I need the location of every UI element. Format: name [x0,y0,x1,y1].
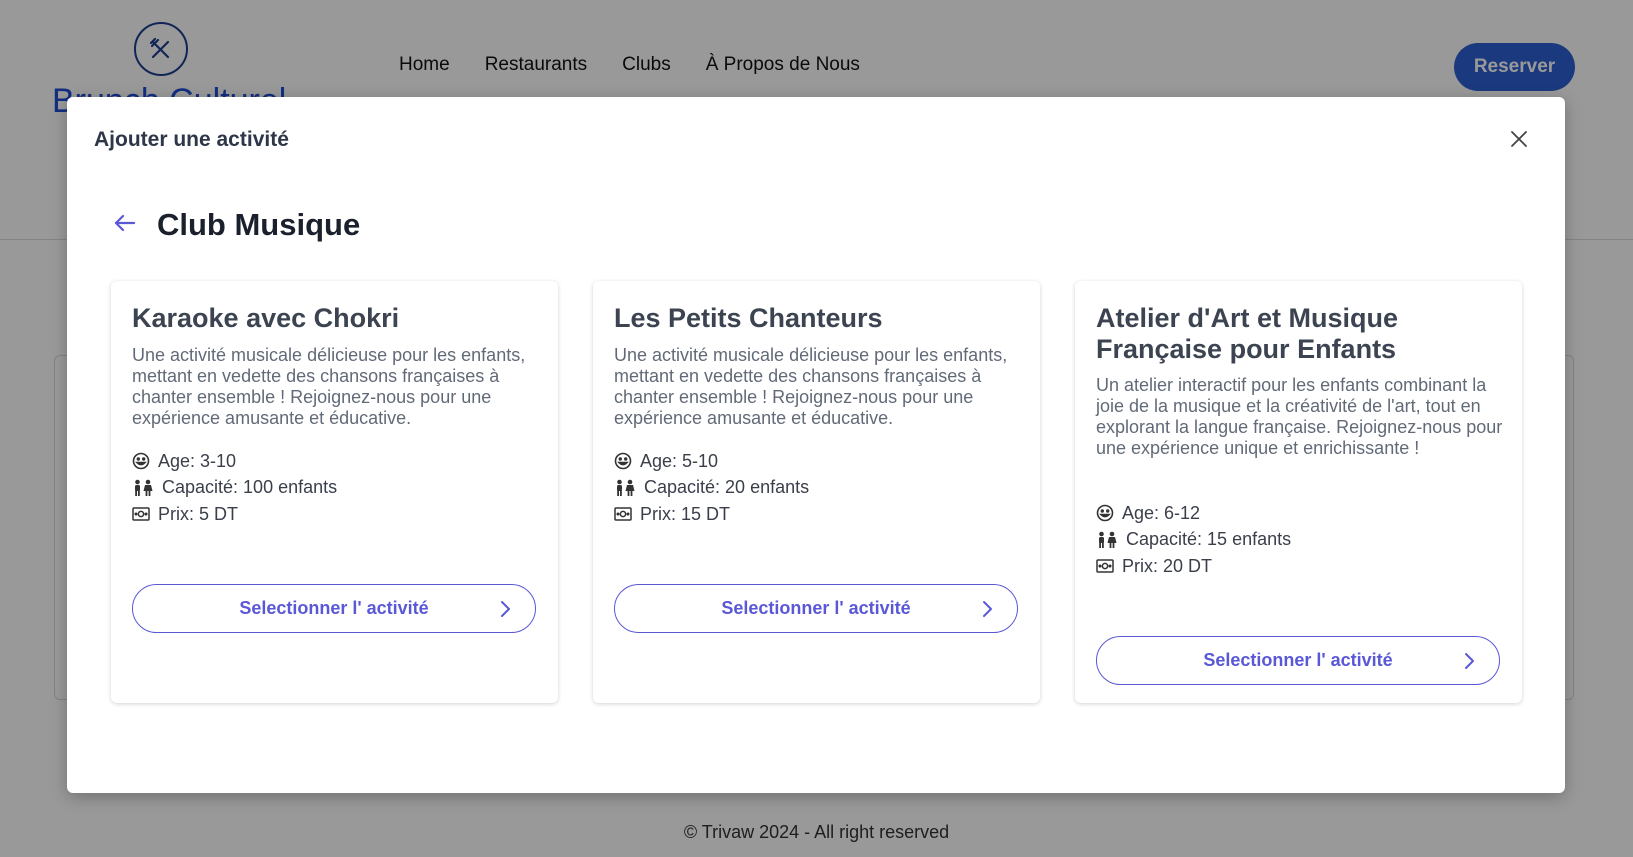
close-icon[interactable] [1507,127,1531,151]
chevron-right-icon [983,601,992,617]
age-row: Age: 6-12 [1096,500,1291,527]
capacity-row: Capacité: 100 enfants [132,475,337,502]
activity-title: Karaoke avec Chokri [132,303,400,333]
price-text: Prix: 15 DT [640,503,731,524]
price-row: Prix: 5 DT [132,501,337,528]
smile-icon [614,452,632,470]
select-activity-button[interactable]: Selectionner l' activité [1096,636,1500,685]
activity-card: Karaoke avec Chokri Une activité musical… [111,281,558,703]
arrow-left-icon[interactable] [112,210,138,236]
age-row: Age: 3-10 [132,448,337,475]
age-text: Age: 3-10 [158,450,237,471]
capacity-text: Capacité: 100 enfants [162,477,338,498]
club-title: Club Musique [157,207,361,242]
capacity-row: Capacité: 20 enfants [614,475,809,502]
select-activity-button[interactable]: Selectionner l' activité [614,584,1018,633]
people-icon [135,479,153,496]
add-activity-modal: Ajouter une activité Club Musique Karaok… [67,97,1565,793]
modal-title: Ajouter une activité [94,128,289,151]
select-activity-label: Selectionner l' activité [1203,650,1393,670]
people-icon [1099,531,1117,548]
age-text: Age: 6-12 [1122,502,1201,523]
capacity-row: Capacité: 15 enfants [1096,527,1291,554]
price-row: Prix: 20 DT [1096,553,1291,580]
money-icon [1096,559,1114,573]
capacity-text: Capacité: 20 enfants [644,477,810,498]
price-row: Prix: 15 DT [614,501,809,528]
activity-info: Age: 3-10 Capacité: 100 enfants Prix: 5 … [132,448,337,528]
capacity-text: Capacité: 15 enfants [1126,529,1292,550]
chevron-right-icon [501,601,510,617]
smile-icon [1096,504,1114,522]
activity-title: Atelier d'Art et Musique Française pour … [1096,303,1398,364]
activity-info: Age: 6-12 Capacité: 15 enfants Prix: 20 … [1096,500,1291,580]
activity-description: Une activité musicale délicieuse pour le… [614,345,1008,428]
price-text: Prix: 5 DT [158,503,239,524]
people-icon [617,479,635,496]
select-activity-button[interactable]: Selectionner l' activité [132,584,536,633]
money-icon [132,507,150,521]
select-activity-label: Selectionner l' activité [239,598,429,618]
activity-title: Les Petits Chanteurs [614,303,883,333]
money-icon [614,507,632,521]
select-activity-label: Selectionner l' activité [721,598,911,618]
activity-card: Atelier d'Art et Musique Française pour … [1075,281,1522,703]
price-text: Prix: 20 DT [1122,555,1213,576]
activity-description: Un atelier interactif pour les enfants c… [1096,375,1503,458]
activity-description: Une activité musicale délicieuse pour le… [132,345,526,428]
age-row: Age: 5-10 [614,448,809,475]
activity-info: Age: 5-10 Capacité: 20 enfants Prix: 15 … [614,448,809,528]
smile-icon [132,452,150,470]
chevron-right-icon [1465,653,1474,669]
age-text: Age: 5-10 [640,450,719,471]
activity-card: Les Petits Chanteurs Une activité musica… [593,281,1040,703]
